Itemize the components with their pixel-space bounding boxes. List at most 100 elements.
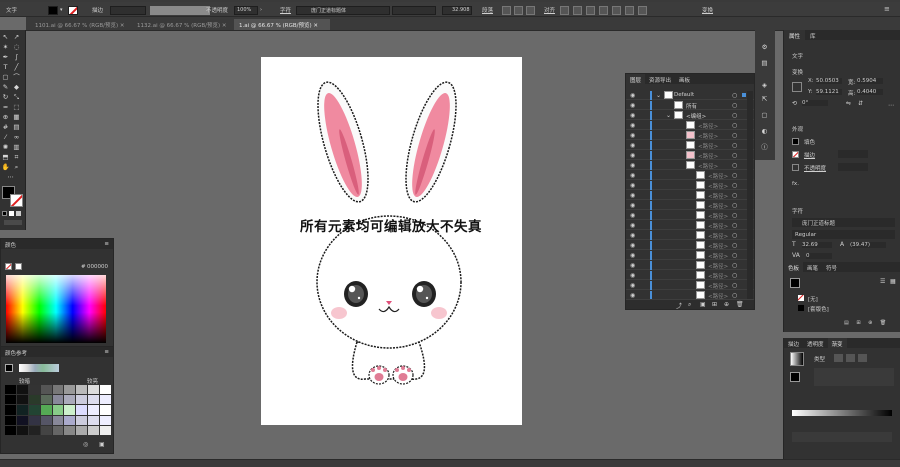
gradient-fill-stroke-icon[interactable] — [790, 372, 800, 382]
blend-tool-icon[interactable]: ∞ — [13, 134, 20, 141]
panel-menu-icon[interactable]: ≡ — [884, 5, 890, 13]
layer-row[interactable]: ◉ <路径> ○ — [626, 161, 754, 170]
eye-icon[interactable]: ◉ — [630, 212, 635, 219]
rectangle-tool-icon[interactable]: ▢ — [2, 74, 9, 81]
paintbrush-tool-icon[interactable]: ⌒ — [13, 74, 20, 81]
tab-swatches[interactable]: 色板 — [784, 262, 804, 272]
doc-tab-1[interactable]: 1101.ai @ 66.67 % (RGB/预览) ✕ — [30, 19, 126, 30]
layer-row[interactable]: ◉ ⌄ Default ○ — [626, 91, 754, 100]
font-style-dropdown[interactable] — [392, 6, 436, 15]
layer-row[interactable]: ◉ <路径> ○ — [626, 171, 754, 180]
eye-icon[interactable]: ◉ — [630, 282, 635, 289]
target-icon[interactable]: ○ — [732, 212, 737, 219]
swatch-footer-icons[interactable]: ▤ ⊞ ⊕ 🗑 — [844, 320, 889, 326]
font-family-dropdown[interactable]: 庞门正道标题体 — [296, 6, 390, 15]
list-view-icon[interactable]: ☰ — [880, 278, 885, 285]
swatch-registration-label[interactable]: [套版色] — [808, 305, 829, 313]
layer-row[interactable]: ◉ ⌄ <编组> ○ — [626, 111, 754, 120]
direct-selection-tool-icon[interactable]: ↗ — [13, 34, 20, 41]
info-dock-icon[interactable]: ⓘ — [761, 144, 768, 151]
doc-tab-3[interactable]: 1.ai @ 66.67 % (RGB/预览) ✕ — [234, 19, 330, 30]
target-icon[interactable]: ○ — [732, 192, 737, 199]
close-icon[interactable]: ✕ — [118, 23, 125, 29]
layer-row[interactable]: ◉ <路径> ○ — [626, 231, 754, 240]
line-tool-icon[interactable]: ╱ — [13, 64, 20, 71]
target-icon[interactable]: ○ — [732, 152, 737, 159]
tab-libraries[interactable]: 库 — [805, 30, 821, 40]
eye-icon[interactable]: ◉ — [630, 242, 635, 249]
target-icon[interactable]: ○ — [732, 132, 737, 139]
font-size-field[interactable]: 32.908 — [442, 6, 472, 15]
slice-tool-icon[interactable]: ⌗ — [13, 154, 20, 161]
collect-export-icon[interactable]: ⤴ — [676, 301, 682, 310]
layer-row[interactable]: ◉ <路径> ○ — [626, 201, 754, 210]
layer-row[interactable]: ◉ <路径> ○ — [626, 281, 754, 290]
tab-symbols[interactable]: 符号 — [822, 262, 841, 272]
variable-width-profile[interactable] — [150, 6, 210, 15]
paragraph-label[interactable]: 段落 — [482, 6, 493, 14]
layer-row[interactable]: ◉ 所有 ○ — [626, 101, 754, 110]
eye-icon[interactable]: ◉ — [630, 192, 635, 199]
target-icon[interactable]: ○ — [732, 272, 737, 279]
angle-value[interactable]: 0° — [802, 100, 828, 106]
fx-label[interactable]: fx. — [792, 181, 799, 187]
transform-label[interactable]: 变换 — [702, 6, 713, 14]
eye-icon[interactable]: ◉ — [630, 132, 635, 139]
fill-color-swatch[interactable] — [48, 6, 58, 15]
opacity-arrow-icon[interactable]: › — [260, 7, 262, 13]
close-icon[interactable]: ✕ — [312, 23, 318, 29]
tab-layers[interactable]: 图层 — [626, 74, 646, 84]
magic-wand-tool-icon[interactable]: ✶ — [2, 44, 9, 51]
tab-stroke[interactable]: 描边 — [784, 338, 803, 348]
column-graph-tool-icon[interactable]: ▥ — [13, 144, 20, 151]
target-icon[interactable]: ○ — [732, 102, 737, 109]
opacity-field[interactable]: 100% — [234, 6, 258, 15]
layer-row[interactable]: ◉ <路径> ○ — [626, 141, 754, 150]
chevron-down-icon[interactable]: ⌄ — [656, 92, 661, 99]
eye-icon[interactable]: ◉ — [630, 142, 635, 149]
swatch-grid[interactable] — [5, 385, 111, 435]
layers-dock-icon[interactable]: ◈ — [761, 82, 768, 89]
target-icon[interactable]: ○ — [732, 222, 737, 229]
target-icon[interactable]: ○ — [732, 162, 737, 169]
swatch-registration-chip[interactable] — [798, 305, 804, 311]
layers-scrollbar[interactable] — [747, 91, 753, 299]
align-label[interactable]: 对齐 — [544, 6, 555, 14]
gradient-preview[interactable] — [790, 352, 804, 366]
new-layer-icon[interactable]: ⊕ — [724, 301, 729, 308]
target-icon[interactable]: ○ — [732, 122, 737, 129]
eye-icon[interactable]: ◉ — [630, 292, 635, 299]
eye-icon[interactable]: ◉ — [630, 112, 635, 119]
swatch-none-chip[interactable] — [798, 295, 804, 301]
target-icon[interactable]: ○ — [732, 232, 737, 239]
target-icon[interactable]: ○ — [732, 262, 737, 269]
eye-icon[interactable]: ◉ — [630, 162, 635, 169]
stroke-weight-field[interactable] — [838, 150, 868, 158]
curvature-tool-icon[interactable]: ∫ — [13, 54, 20, 61]
character-label[interactable]: 字符 — [280, 6, 291, 14]
selection-tool-icon[interactable]: ↖ — [2, 34, 9, 41]
save-swatch-icon[interactable]: ▣ — [99, 441, 105, 448]
target-icon[interactable]: ○ — [732, 282, 737, 289]
align-buttons[interactable] — [560, 6, 670, 15]
eye-icon[interactable]: ◉ — [630, 252, 635, 259]
layer-row[interactable]: ◉ <路径> ○ — [626, 181, 754, 190]
tab-brushes[interactable]: 画笔 — [803, 262, 822, 272]
align-center-icon[interactable] — [514, 6, 523, 15]
target-icon[interactable]: ○ — [732, 92, 737, 99]
layer-row[interactable]: ◉ <路径> ○ — [626, 191, 754, 200]
layer-row[interactable]: ◉ <路径> ○ — [626, 221, 754, 230]
layer-row[interactable]: ◉ <路径> ○ — [626, 211, 754, 220]
width-tool-icon[interactable]: ≈ — [2, 104, 9, 111]
scale-tool-icon[interactable]: ⤡ — [13, 94, 20, 101]
x-value[interactable]: 50.0503 — [816, 78, 842, 84]
hand-tool-icon[interactable]: ✋ — [1, 164, 9, 171]
stroke-swatch[interactable] — [10, 194, 23, 207]
rotate-tool-icon[interactable]: ↻ — [2, 94, 9, 101]
tracking-value[interactable]: 0 — [806, 253, 832, 259]
eye-icon[interactable]: ◉ — [630, 172, 635, 179]
eye-icon[interactable]: ◉ — [630, 152, 635, 159]
close-icon[interactable]: ✕ — [220, 23, 227, 29]
layer-row[interactable]: ◉ <路径> ○ — [626, 151, 754, 160]
tab-transparency[interactable]: 透明度 — [803, 338, 828, 348]
